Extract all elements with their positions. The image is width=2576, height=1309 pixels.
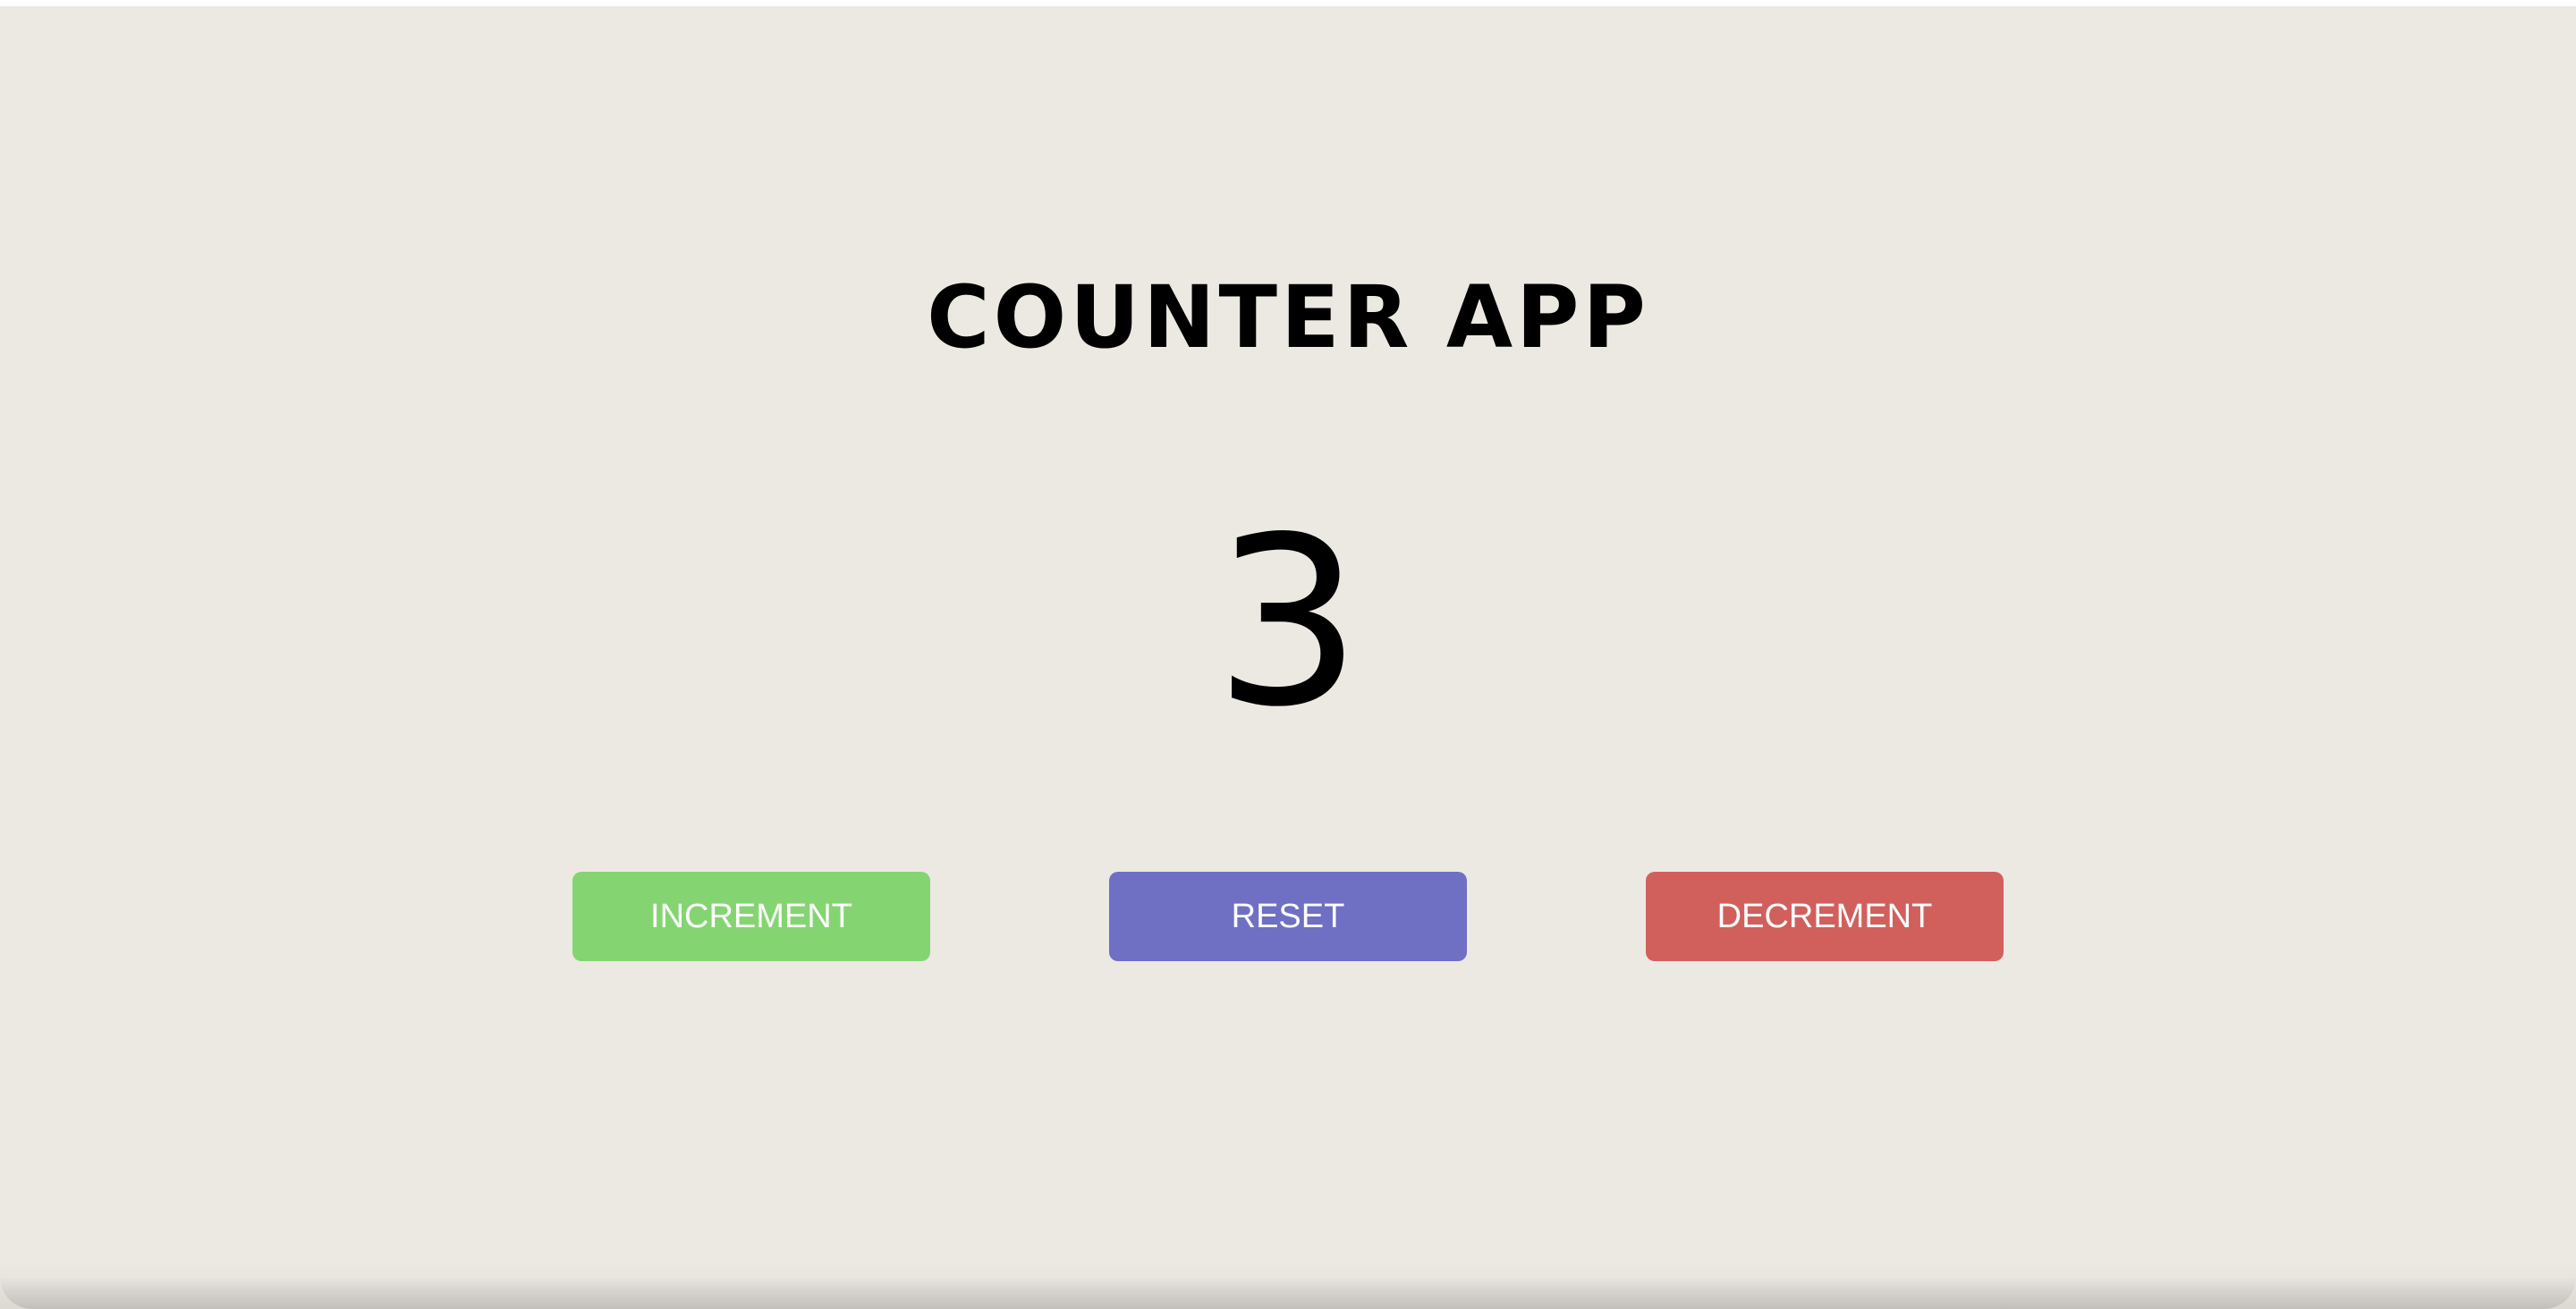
bottom-shadow [0,1277,2576,1309]
app-container: COUNTER APP 3 INCREMENT RESET DECREMENT [0,6,2576,1309]
counter-value: 3 [1214,488,1362,758]
decrement-button[interactable]: DECREMENT [1646,872,2004,961]
reset-button[interactable]: RESET [1109,872,1467,961]
page-title: COUNTER APP [927,267,1649,367]
increment-button[interactable]: INCREMENT [572,872,930,961]
